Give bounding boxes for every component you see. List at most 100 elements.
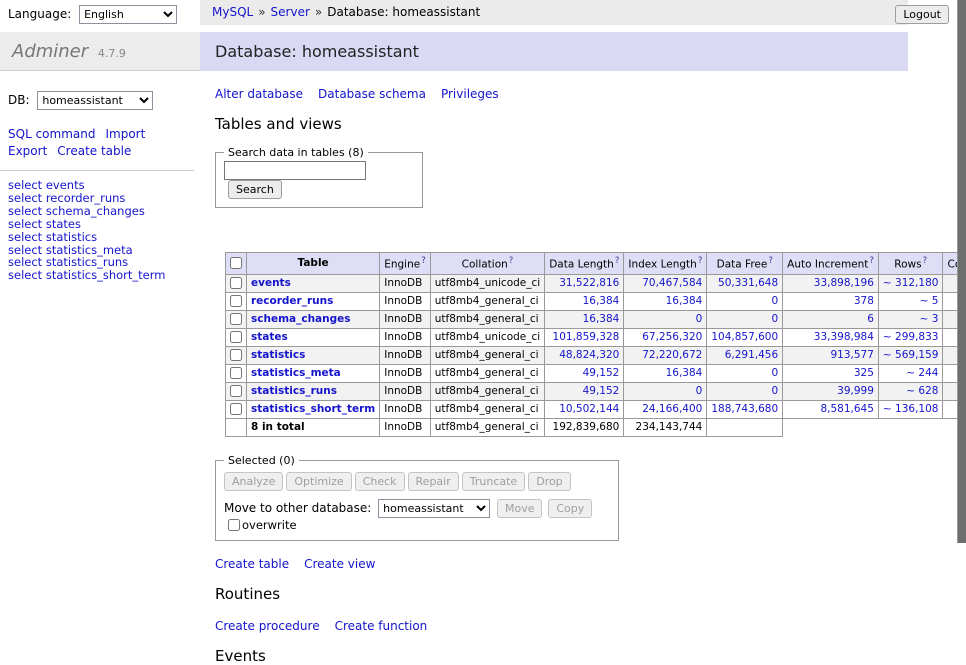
sidebar-table-link-select-schema-changes[interactable]: select schema_changes <box>8 205 200 218</box>
table-link-statistics-runs[interactable]: statistics_runs <box>251 385 337 397</box>
create-link-create-view[interactable]: Create view <box>304 557 375 571</box>
table-link-states[interactable]: states <box>251 331 288 343</box>
routine-link-create-procedure[interactable]: Create procedure <box>215 619 320 633</box>
adminer-logo-link[interactable]: Adminer <box>12 41 88 62</box>
breadcrumb-mysql[interactable]: MySQL <box>212 5 253 19</box>
rows-link[interactable]: ~ 3 <box>920 313 939 325</box>
row-checkbox[interactable] <box>230 349 242 361</box>
sidebar-link-export[interactable]: Export <box>8 144 47 158</box>
sidebar-table-link-select-states[interactable]: select states <box>8 218 200 231</box>
sidebar-table-link-select-events[interactable]: select events <box>8 179 200 192</box>
row-checkbox[interactable] <box>230 277 242 289</box>
select-all-checkbox[interactable] <box>230 257 242 269</box>
rows-link[interactable]: ~ 628 <box>906 385 938 397</box>
sidebar-link-sql-command[interactable]: SQL command <box>8 127 95 141</box>
move-db-select[interactable]: homeassistant <box>378 499 490 518</box>
index-length-link[interactable]: 24,166,400 <box>642 403 702 415</box>
data-length-link[interactable]: 49,152 <box>583 367 620 379</box>
analyze-button[interactable]: Analyze <box>224 472 283 491</box>
data-free-link[interactable]: 6,291,456 <box>725 349 778 361</box>
rows-link[interactable]: ~ 299,833 <box>883 331 939 343</box>
sidebar-link-create-table[interactable]: Create table <box>57 144 131 158</box>
rows-link[interactable]: ~ 312,180 <box>883 277 939 289</box>
breadcrumb-server[interactable]: Server <box>271 5 310 19</box>
optimize-button[interactable]: Optimize <box>286 472 351 491</box>
data-length-link[interactable]: 16,384 <box>583 295 620 307</box>
move-button[interactable]: Move <box>497 499 543 518</box>
index-length-link[interactable]: 72,220,672 <box>642 349 702 361</box>
row-checkbox[interactable] <box>230 367 242 379</box>
help-icon[interactable]: ? <box>421 256 426 266</box>
action-link-alter-database[interactable]: Alter database <box>215 87 303 101</box>
data-length-link[interactable]: 101,859,328 <box>553 331 620 343</box>
help-icon[interactable]: ? <box>615 256 620 266</box>
language-select[interactable]: English <box>79 5 177 24</box>
row-checkbox[interactable] <box>230 313 242 325</box>
action-link-privileges[interactable]: Privileges <box>441 87 499 101</box>
help-icon[interactable]: ? <box>768 256 773 266</box>
index-length-link[interactable]: 0 <box>696 385 703 397</box>
search-input[interactable] <box>224 161 366 180</box>
overwrite-checkbox[interactable] <box>228 519 240 531</box>
table-link-statistics[interactable]: statistics <box>251 349 305 361</box>
help-icon[interactable]: ? <box>923 256 928 266</box>
check-button[interactable]: Check <box>355 472 405 491</box>
copy-button[interactable]: Copy <box>548 499 592 518</box>
table-link-statistics-meta[interactable]: statistics_meta <box>251 367 341 379</box>
auto-increment-link[interactable]: 33,398,984 <box>814 331 874 343</box>
scrollbar[interactable] <box>957 0 966 543</box>
help-icon[interactable]: ? <box>869 256 874 266</box>
search-button[interactable]: Search <box>228 180 282 199</box>
drop-button[interactable]: Drop <box>528 472 570 491</box>
rows-link[interactable]: ~ 244 <box>906 367 938 379</box>
repair-button[interactable]: Repair <box>408 472 459 491</box>
rows-link[interactable]: ~ 136,108 <box>883 403 939 415</box>
auto-increment-link[interactable]: 8,581,645 <box>820 403 873 415</box>
rows-link[interactable]: ~ 5 <box>920 295 939 307</box>
data-free-link[interactable]: 0 <box>771 385 778 397</box>
help-icon[interactable]: ? <box>698 256 703 266</box>
data-length-link[interactable]: 49,152 <box>583 385 620 397</box>
index-length-link[interactable]: 16,384 <box>666 295 703 307</box>
data-free-link[interactable]: 104,857,600 <box>711 331 778 343</box>
help-icon[interactable]: ? <box>509 256 514 266</box>
auto-increment-link[interactable]: 33,898,196 <box>814 277 874 289</box>
truncate-button[interactable]: Truncate <box>462 472 525 491</box>
db-select[interactable]: homeassistant <box>37 91 153 110</box>
data-length-link[interactable]: 10,502,144 <box>559 403 619 415</box>
row-checkbox[interactable] <box>230 385 242 397</box>
sidebar-table-link-select-statistics[interactable]: select statistics <box>8 231 200 244</box>
sidebar-table-link-select-recorder-runs[interactable]: select recorder_runs <box>8 192 200 205</box>
logout-button[interactable]: Logout <box>895 5 949 24</box>
index-length-link[interactable]: 16,384 <box>666 367 703 379</box>
data-free-link[interactable]: 0 <box>771 367 778 379</box>
data-free-link[interactable]: 0 <box>771 295 778 307</box>
auto-increment-link[interactable]: 325 <box>854 367 874 379</box>
data-free-link[interactable]: 50,331,648 <box>718 277 778 289</box>
auto-increment-link[interactable]: 378 <box>854 295 874 307</box>
create-link-create-table[interactable]: Create table <box>215 557 289 571</box>
index-length-link[interactable]: 67,256,320 <box>642 331 702 343</box>
action-link-database-schema[interactable]: Database schema <box>318 87 426 101</box>
rows-link[interactable]: ~ 569,159 <box>883 349 939 361</box>
row-checkbox[interactable] <box>230 403 242 415</box>
sidebar-link-import[interactable]: Import <box>105 127 145 141</box>
auto-increment-link[interactable]: 913,577 <box>831 349 874 361</box>
data-length-link[interactable]: 48,824,320 <box>559 349 619 361</box>
table-link-recorder-runs[interactable]: recorder_runs <box>251 295 333 307</box>
data-length-link[interactable]: 31,522,816 <box>559 277 619 289</box>
data-free-link[interactable]: 188,743,680 <box>711 403 778 415</box>
index-length-link[interactable]: 70,467,584 <box>642 277 702 289</box>
row-checkbox[interactable] <box>230 331 242 343</box>
sidebar-table-link-select-statistics-short-term[interactable]: select statistics_short_term <box>8 269 200 282</box>
table-link-schema-changes[interactable]: schema_changes <box>251 313 351 325</box>
table-link-events[interactable]: events <box>251 277 291 289</box>
auto-increment-link[interactable]: 39,999 <box>837 385 874 397</box>
routine-link-create-function[interactable]: Create function <box>335 619 428 633</box>
index-length-link[interactable]: 0 <box>696 313 703 325</box>
data-free-link[interactable]: 0 <box>771 313 778 325</box>
table-link-statistics-short-term[interactable]: statistics_short_term <box>251 403 375 415</box>
auto-increment-link[interactable]: 6 <box>867 313 874 325</box>
data-length-link[interactable]: 16,384 <box>583 313 620 325</box>
row-checkbox[interactable] <box>230 295 242 307</box>
